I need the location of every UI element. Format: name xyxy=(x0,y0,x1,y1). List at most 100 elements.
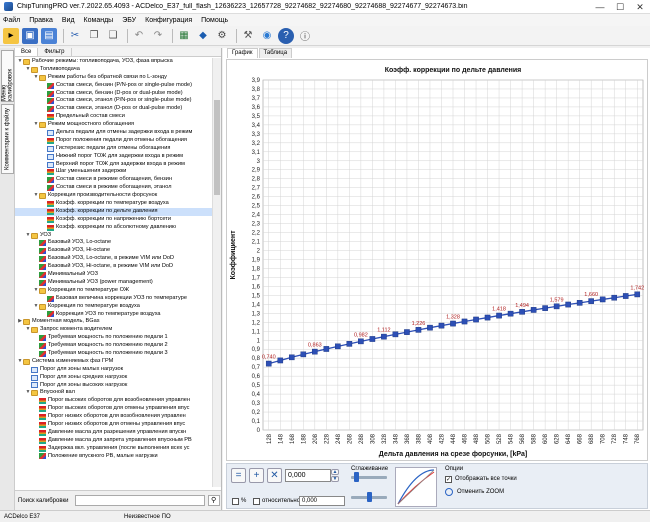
data-point[interactable] xyxy=(288,354,295,361)
tree-item[interactable]: ▼ Коррекция по температуре воздуха xyxy=(15,303,212,311)
tree-item[interactable]: ▼ Коррекция по температуре ОЖ xyxy=(15,287,212,295)
tree-item[interactable]: Базовая величина коррекции УОЗ по темпер… xyxy=(15,295,212,303)
tree-item[interactable]: Базовый УОЗ, Lo-octane xyxy=(15,239,212,247)
tree-item[interactable]: ▼ Система изменяемых фаз ГРМ xyxy=(15,358,212,366)
plus-button[interactable]: + xyxy=(249,468,264,483)
tree-item[interactable]: ▼ УОЗ xyxy=(15,232,212,240)
minimize-button[interactable]: — xyxy=(590,0,610,14)
data-point[interactable] xyxy=(599,296,606,303)
data-point[interactable] xyxy=(369,336,376,342)
close-button[interactable]: ✕ xyxy=(630,0,650,14)
tree-item[interactable]: ▼ Запрос момента водителем xyxy=(15,326,212,334)
tree-item[interactable]: Нижний порог ТОЖ для задержки входа в ре… xyxy=(15,153,212,161)
tree-item[interactable]: Требуемая мощность по положению педали 1 xyxy=(15,334,212,342)
data-point[interactable] xyxy=(335,343,341,350)
tree-item[interactable]: Порог низких оборотов для возобновления … xyxy=(15,413,212,421)
data-point[interactable] xyxy=(542,305,548,311)
search-input[interactable] xyxy=(74,495,205,506)
checksum-icon[interactable]: ◆ xyxy=(195,28,211,44)
tree-item[interactable]: Базовый УОЗ, Hi-octane, в режиме VIM или… xyxy=(15,263,212,271)
tree-item[interactable]: Состав смеси в режиме обогащения, бензин xyxy=(15,176,212,184)
tree-item[interactable]: Требуемая мощность по положению педали 3 xyxy=(15,350,212,358)
menu-edit[interactable]: Правка xyxy=(29,17,53,24)
data-point[interactable] xyxy=(358,338,364,345)
data-point[interactable] xyxy=(634,291,641,298)
tree-item[interactable]: Порог для зоны средних нагрузок xyxy=(15,374,212,382)
tab-filter[interactable]: Фильтр xyxy=(38,48,72,56)
equals-button[interactable]: = xyxy=(231,468,246,483)
data-point[interactable] xyxy=(576,300,583,306)
tab-calibration-menu[interactable]: Меню калибровок xyxy=(1,50,14,102)
data-point[interactable] xyxy=(381,333,387,340)
data-point[interactable] xyxy=(473,316,479,323)
search-icon[interactable]: ⚲ xyxy=(207,495,220,506)
tree-item[interactable]: Шаг уменьшения задержки xyxy=(15,168,212,176)
data-point[interactable] xyxy=(427,324,433,331)
data-point[interactable] xyxy=(323,346,330,352)
data-point[interactable] xyxy=(484,314,491,321)
data-point[interactable] xyxy=(611,294,618,301)
help-icon[interactable]: ? xyxy=(278,27,294,44)
tree-item[interactable]: Минимальный УОЗ (power management) xyxy=(15,279,212,287)
tree-item[interactable]: Состав смеси, этанол (P/N-pos or single-… xyxy=(15,97,212,105)
relative-checkbox[interactable] xyxy=(253,498,260,505)
tree-item[interactable]: Коэфф. коррекции по напряжению бортсети xyxy=(15,216,212,224)
menu-help[interactable]: Помощь xyxy=(201,17,228,24)
tree-item[interactable]: Требуемая мощность по положению педали 2 xyxy=(15,342,212,350)
value-field[interactable]: 0,000 xyxy=(285,469,331,482)
undo-icon[interactable]: ↶ xyxy=(131,28,147,44)
tab-graph[interactable]: График xyxy=(227,48,258,58)
maximize-button[interactable]: ☐ xyxy=(610,0,630,14)
chart-svg[interactable]: 0 0,1 0,2 0,3 0,4 0,5 0,6 0,7 0,8 0,9 1 1,1 1,2 1,3 1,… xyxy=(227,60,647,460)
tree-item[interactable]: Состав смеси, бензин (D-pos or dual-puls… xyxy=(15,90,212,98)
tree-item[interactable]: Порог для зоны малых нагрузок xyxy=(15,366,212,374)
tree-item[interactable]: Гистерезис педали для отмены обогащения xyxy=(15,145,212,153)
data-point[interactable] xyxy=(438,322,445,329)
tab-file-comments[interactable]: Комментарии к файлу xyxy=(1,104,14,174)
cut-icon[interactable]: ✂ xyxy=(67,28,83,44)
tree-item[interactable]: Предельный состав смеси xyxy=(15,113,212,121)
tree-item[interactable]: Положение впускного РВ, малые нагрузки xyxy=(15,453,212,461)
plugin-icon[interactable]: ⚙ xyxy=(214,28,230,44)
tree-scrollbar[interactable] xyxy=(212,58,221,487)
data-point[interactable] xyxy=(415,327,422,333)
stepper-down-button[interactable]: ▼ xyxy=(331,476,339,482)
data-point[interactable] xyxy=(565,301,571,308)
paste-icon[interactable]: ❑ xyxy=(105,28,121,44)
chart-area[interactable]: 0 0,1 0,2 0,3 0,4 0,5 0,6 0,7 0,8 0,9 1 1,1 1,2 1,3 1,… xyxy=(226,59,648,461)
data-point[interactable] xyxy=(530,307,537,313)
redo-icon[interactable]: ↷ xyxy=(150,28,166,44)
smoothing-slider-handle[interactable] xyxy=(354,472,359,482)
data-point[interactable] xyxy=(588,298,594,304)
tree-item[interactable]: Коэфф. коррекции по дельте давления xyxy=(15,207,212,216)
globe-icon[interactable]: ◉ xyxy=(259,28,275,44)
data-point[interactable] xyxy=(277,357,284,364)
menu-ecu[interactable]: ЭБУ xyxy=(122,17,136,24)
tree-item[interactable]: Верхний порог ТОЖ для задержки входа в р… xyxy=(15,161,212,169)
tree-item[interactable]: Коэфф. коррекции по абсолютному давлению xyxy=(15,224,212,232)
menu-commands[interactable]: Команды xyxy=(84,17,114,24)
tree-item[interactable]: Задержка вкл. управления (после выполнен… xyxy=(15,445,212,453)
tab-all[interactable]: Все xyxy=(15,48,39,56)
tree-item[interactable]: Дельта педали для отмены задержки входа … xyxy=(15,129,212,137)
menu-config[interactable]: Конфигурация xyxy=(145,17,192,24)
tree-item[interactable]: Коэфф. коррекции по температуре воздуха xyxy=(15,200,212,208)
data-point[interactable] xyxy=(496,312,502,319)
data-point[interactable] xyxy=(507,310,514,317)
tree-item[interactable]: ▼ Коррекция производительности форсунок xyxy=(15,192,212,200)
tree-item[interactable]: ▼ Режим мощностного обогащения xyxy=(15,121,212,129)
tree-item[interactable]: ▼ Режим работы без обратной связи по L-зо… xyxy=(15,74,212,82)
multiply-button[interactable]: ✕ xyxy=(267,468,282,483)
relative-value-field[interactable]: 0,000 xyxy=(299,496,345,506)
open-folder-icon[interactable]: ▸ xyxy=(3,27,19,44)
tree-item[interactable]: Порог низких оборотов для отмены управле… xyxy=(15,421,212,429)
tree-item[interactable]: Коррекция УОЗ по температуре воздуха xyxy=(15,311,212,319)
tree-item[interactable]: Состав смеси в режиме обогащения, этанол xyxy=(15,184,212,192)
cancel-zoom-icon[interactable] xyxy=(445,488,453,496)
tree-item[interactable]: Порог высоких оборотов для возобновления… xyxy=(15,397,212,405)
save-icon[interactable]: ▣ xyxy=(22,27,38,44)
data-point[interactable] xyxy=(312,348,318,355)
show-all-points-checkbox[interactable]: ✓ xyxy=(445,476,452,483)
tree-item[interactable]: Состав смеси, бензин (P/N-pos or single-… xyxy=(15,82,212,90)
data-point[interactable] xyxy=(461,318,468,325)
